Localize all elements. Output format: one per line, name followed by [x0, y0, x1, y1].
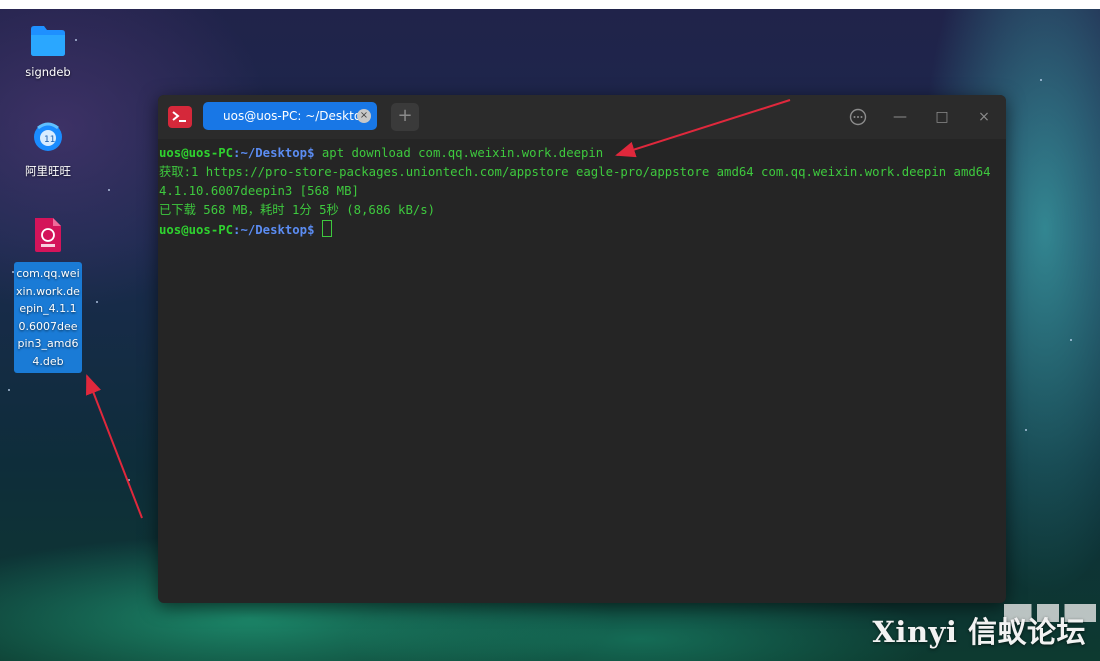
terminal-line-prompt: uos@uos-PC:~/Desktop$: [159, 220, 1006, 240]
terminal-app-icon: [168, 106, 192, 128]
menu-icon: [849, 108, 867, 126]
watermark: Xinyi 信蚁论坛: [872, 615, 1086, 649]
prompt-glyph-icon: [172, 111, 186, 122]
svg-text:11: 11: [44, 135, 55, 145]
terminal-tab[interactable]: uos@uos-PC: ~/Desktop ×: [203, 102, 377, 130]
desktop-icon-deb-package[interactable]: com.qq.weixin.work.deepin_4.1.10.6007dee…: [13, 216, 83, 373]
desktop-icon-label-selected: com.qq.weixin.work.deepin_4.1.10.6007dee…: [14, 262, 82, 373]
menu-button[interactable]: [846, 105, 870, 129]
desktop-icon-label: signdeb: [25, 65, 71, 79]
terminal-titlebar[interactable]: uos@uos-PC: ~/Desktop × + — □ ×: [158, 95, 1006, 139]
desktop-icon-label: 阿里旺旺: [25, 164, 71, 178]
terminal-line-downloaded: 已下载 568 MB，耗时 1分 5秒 (8,686 kB/s): [159, 203, 436, 217]
deb-package-icon: [35, 218, 61, 252]
minimize-icon: —: [893, 109, 907, 125]
prompt-user: uos@uos-PC: [159, 146, 234, 160]
close-button[interactable]: ×: [972, 105, 996, 129]
desktop-icon-signdeb[interactable]: signdeb: [13, 23, 83, 79]
terminal-tab-title: uos@uos-PC: ~/Desktop: [223, 109, 369, 123]
prompt-path: :~/Desktop$: [233, 146, 315, 160]
maximize-icon: □: [935, 109, 949, 125]
command-text: apt download com.qq.weixin.work.deepin: [314, 146, 604, 160]
maximize-button[interactable]: □: [930, 105, 954, 129]
text-cursor: [321, 220, 332, 237]
new-tab-button[interactable]: +: [391, 103, 419, 131]
prompt-user: uos@uos-PC: [159, 223, 234, 237]
terminal-window[interactable]: uos@uos-PC: ~/Desktop × + — □ × uos@uos-…: [158, 95, 1006, 603]
desktop-icon-aliwangwang[interactable]: 11 阿里旺旺: [13, 119, 83, 179]
terminal-output[interactable]: uos@uos-PC:~/Desktop$ apt download com.q…: [158, 139, 1006, 603]
folder-icon: [31, 26, 65, 56]
close-icon: ×: [978, 109, 990, 125]
prompt-path: :~/Desktop$: [233, 223, 315, 237]
tab-close-icon[interactable]: ×: [357, 109, 371, 123]
aliwangwang-icon: 11: [34, 122, 62, 151]
minimize-button[interactable]: —: [888, 105, 912, 129]
terminal-line-command: uos@uos-PC:~/Desktop$ apt download com.q…: [159, 144, 1006, 163]
terminal-line-fetch: 获取:1 https://pro-store-packages.uniontec…: [159, 165, 998, 198]
